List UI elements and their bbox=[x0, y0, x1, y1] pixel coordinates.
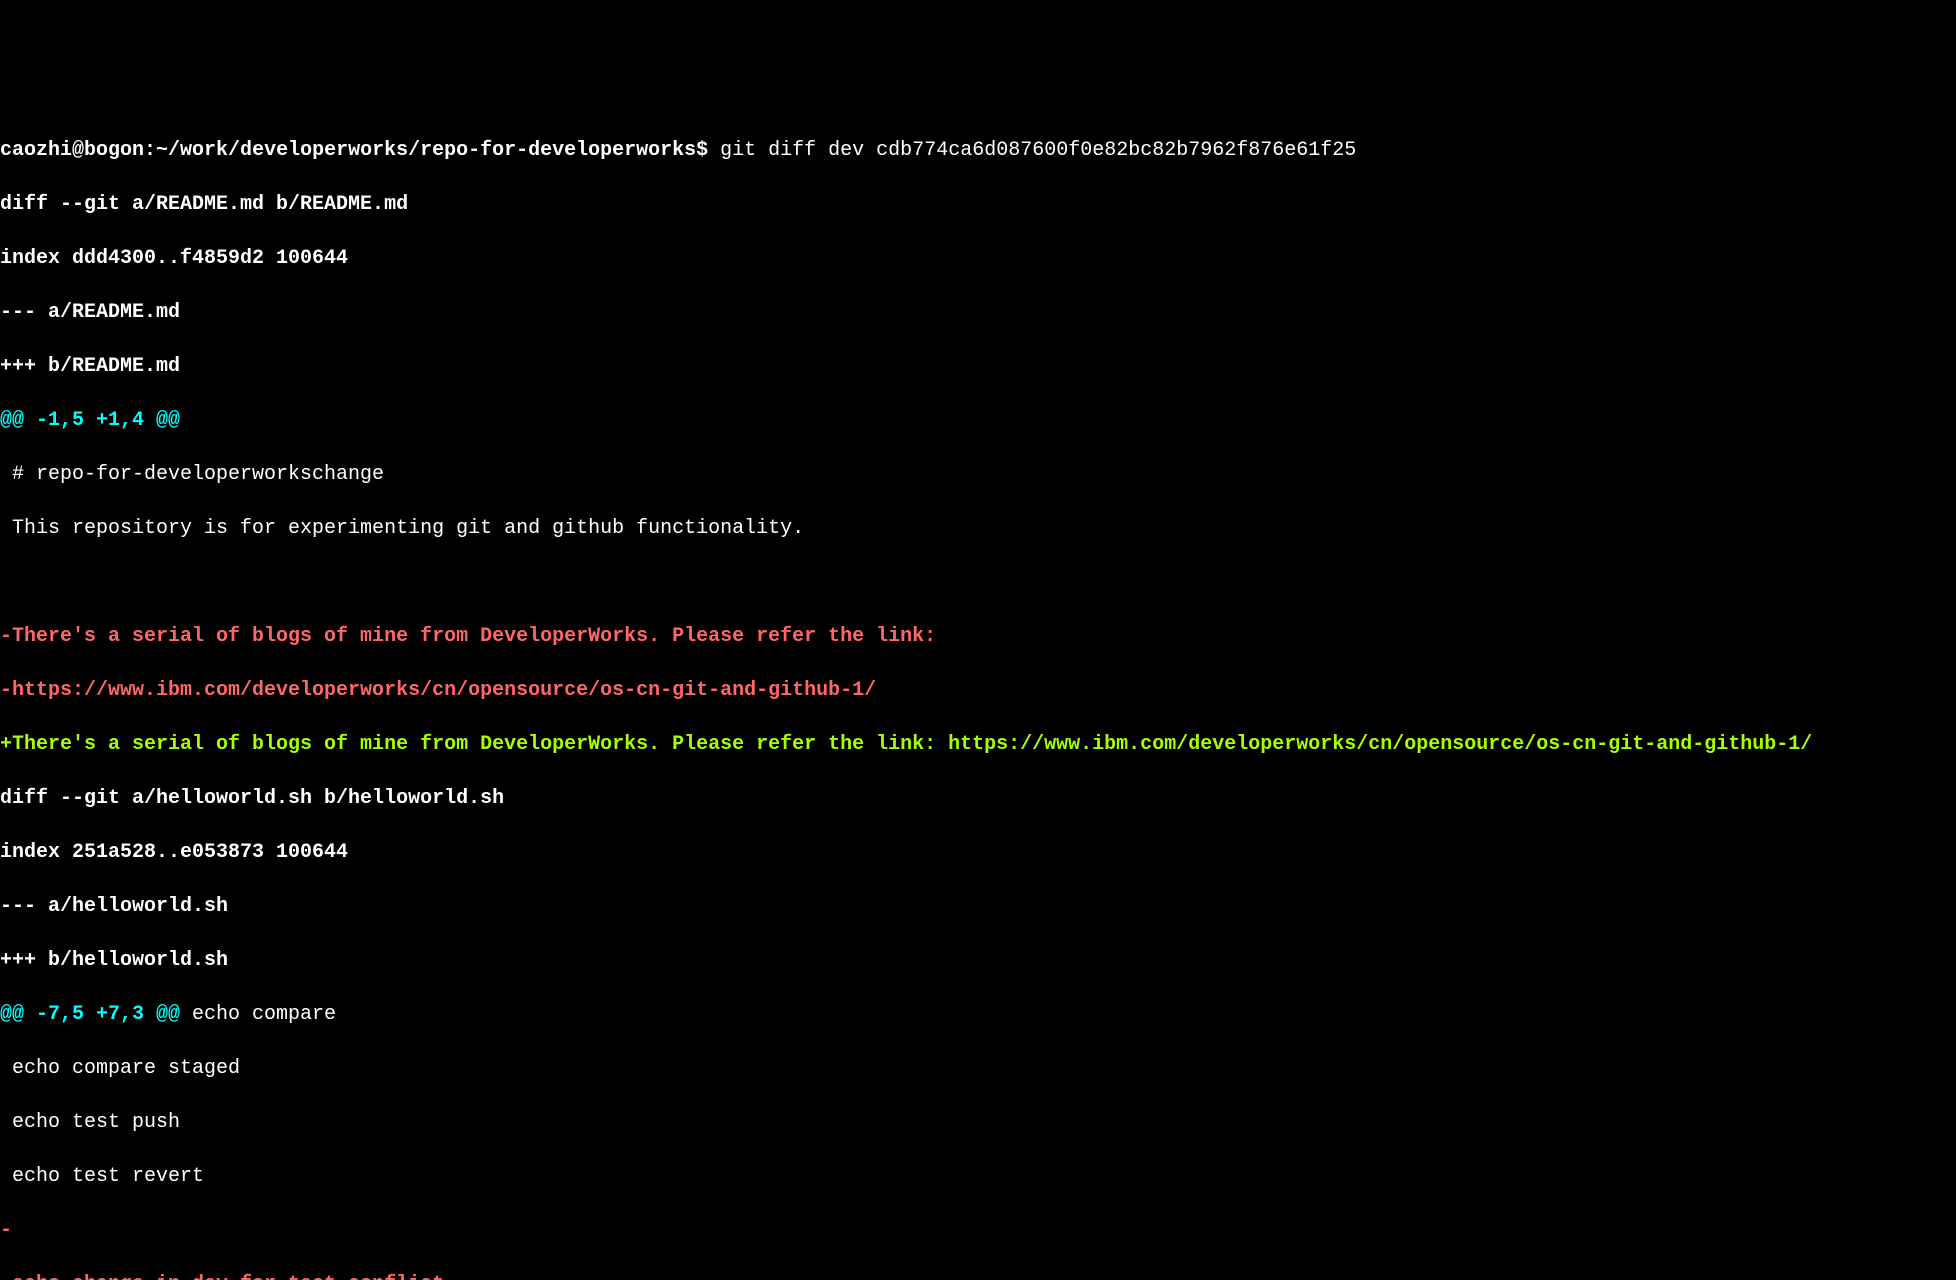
prompt-line-1[interactable]: caozhi@bogon:~/work/developerworks/repo-… bbox=[0, 137, 1956, 164]
diff-new-file: +++ b/helloworld.sh bbox=[0, 947, 1956, 974]
diff-context-line: echo test push bbox=[0, 1109, 1956, 1136]
diff-old-file: --- a/helloworld.sh bbox=[0, 893, 1956, 920]
prompt-path: ~/work/developerworks/repo-for-developer… bbox=[156, 139, 696, 162]
prompt-dollar: $ bbox=[696, 139, 720, 162]
command-input[interactable]: git diff dev cdb774ca6d087600f0e82bc82b7… bbox=[720, 139, 1356, 162]
diff-removed-line: - bbox=[0, 1217, 1956, 1244]
diff-hunk-header: @@ -1,5 +1,4 @@ bbox=[0, 407, 1956, 434]
diff-file-header: diff --git a/README.md b/README.md bbox=[0, 191, 1956, 218]
diff-context-line: echo test revert bbox=[0, 1163, 1956, 1190]
hunk-range: @@ -7,5 +7,3 @@ bbox=[0, 1003, 180, 1026]
diff-index-line: index ddd4300..f4859d2 100644 bbox=[0, 245, 1956, 272]
diff-context-line bbox=[0, 569, 1956, 596]
diff-context-line: # repo-for-developerworkschange bbox=[0, 461, 1956, 488]
hunk-context: echo compare bbox=[180, 1003, 336, 1026]
diff-new-file: +++ b/README.md bbox=[0, 353, 1956, 380]
diff-context-line: echo compare staged bbox=[0, 1055, 1956, 1082]
diff-old-file: --- a/README.md bbox=[0, 299, 1956, 326]
prompt-sep: : bbox=[144, 139, 156, 162]
diff-context-line: This repository is for experimenting git… bbox=[0, 515, 1956, 542]
diff-hunk-header: @@ -7,5 +7,3 @@ echo compare bbox=[0, 1001, 1956, 1028]
terminal-window[interactable]: caozhi@bogon:~/work/developerworks/repo-… bbox=[0, 108, 1956, 1280]
prompt-userhost: caozhi@bogon bbox=[0, 139, 144, 162]
diff-index-line: index 251a528..e053873 100644 bbox=[0, 839, 1956, 866]
diff-removed-line: -https://www.ibm.com/developerworks/cn/o… bbox=[0, 677, 1956, 704]
diff-removed-line: -There's a serial of blogs of mine from … bbox=[0, 623, 1956, 650]
diff-added-line: +There's a serial of blogs of mine from … bbox=[0, 731, 1956, 758]
diff-file-header: diff --git a/helloworld.sh b/helloworld.… bbox=[0, 785, 1956, 812]
diff-removed-line: -echo change in dev for test conflict bbox=[0, 1271, 1956, 1280]
